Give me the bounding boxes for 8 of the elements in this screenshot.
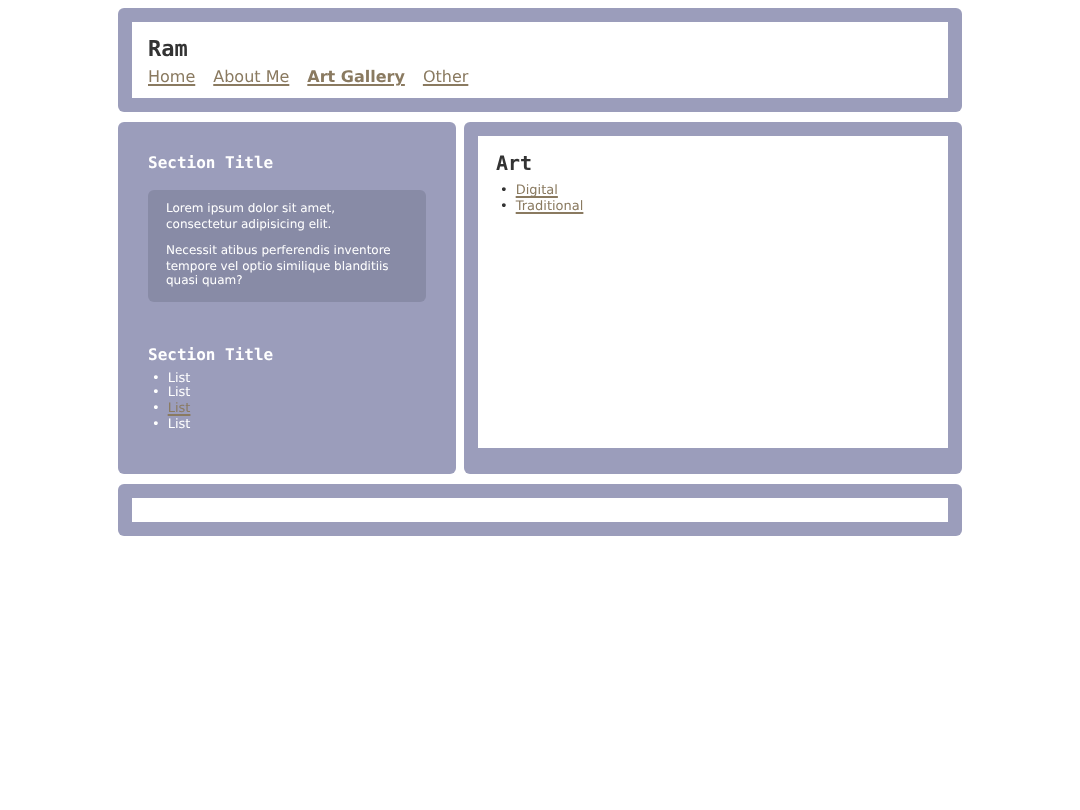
nav-link[interactable]: Home [148,68,196,86]
nav-link[interactable]: Art Gallery [307,68,405,86]
nav-link[interactable]: Other [422,68,469,86]
content-title: Art [496,154,535,176]
section-title: Section Title [148,154,276,172]
nav-link[interactable]: About Me [213,68,290,86]
section-title: Section Title [148,345,276,363]
site-title: Ram [148,36,190,62]
